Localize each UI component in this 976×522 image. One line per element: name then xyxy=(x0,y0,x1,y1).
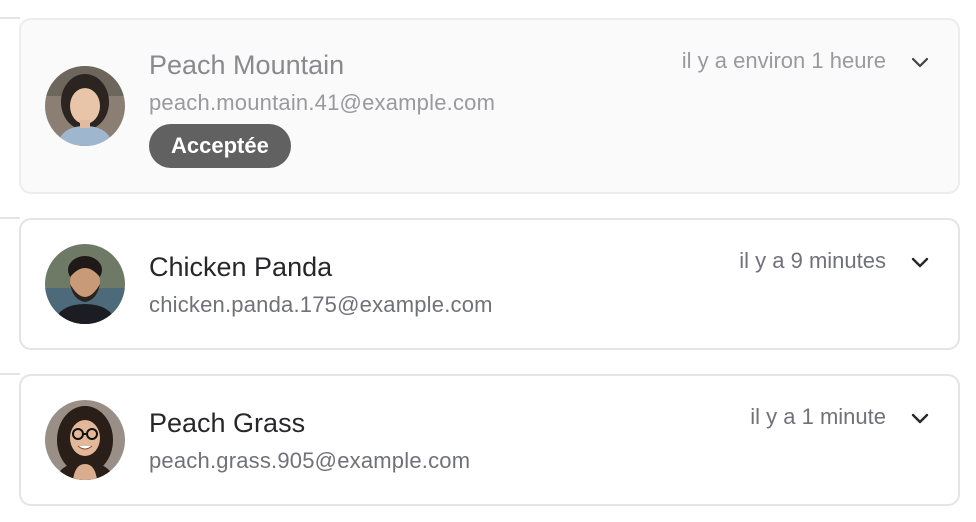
invitee-name: Peach Mountain xyxy=(149,50,345,80)
invite-time: il y a environ 1 heure xyxy=(681,48,886,73)
invitation-card[interactable]: Peach Grass peach.grass.905@example.com … xyxy=(19,374,960,506)
status-badge: Acceptée xyxy=(149,124,291,168)
invitee-email: peach.mountain.41@example.com xyxy=(149,90,496,115)
invitee-email: peach.grass.905@example.com xyxy=(149,448,471,473)
invitation-card[interactable]: Chicken Panda chicken.panda.175@example.… xyxy=(19,218,960,350)
avatar xyxy=(45,400,125,480)
invite-time: il y a 9 minutes xyxy=(739,248,886,273)
chevron-down-icon[interactable] xyxy=(908,50,932,74)
chevron-down-icon[interactable] xyxy=(908,406,932,430)
chevron-down-icon[interactable] xyxy=(908,250,932,274)
invitee-name: Peach Grass xyxy=(149,408,306,438)
invitation-card[interactable]: Peach Mountain peach.mountain.41@example… xyxy=(19,18,960,194)
invitation-list: Peach Mountain peach.mountain.41@example… xyxy=(0,0,976,522)
divider xyxy=(0,217,20,219)
avatar xyxy=(45,244,125,324)
invitee-email: chicken.panda.175@example.com xyxy=(149,292,493,317)
invite-time: il y a 1 minute xyxy=(750,404,886,429)
divider xyxy=(0,373,20,375)
invitee-name: Chicken Panda xyxy=(149,252,333,282)
avatar xyxy=(45,66,125,146)
divider xyxy=(0,17,20,19)
